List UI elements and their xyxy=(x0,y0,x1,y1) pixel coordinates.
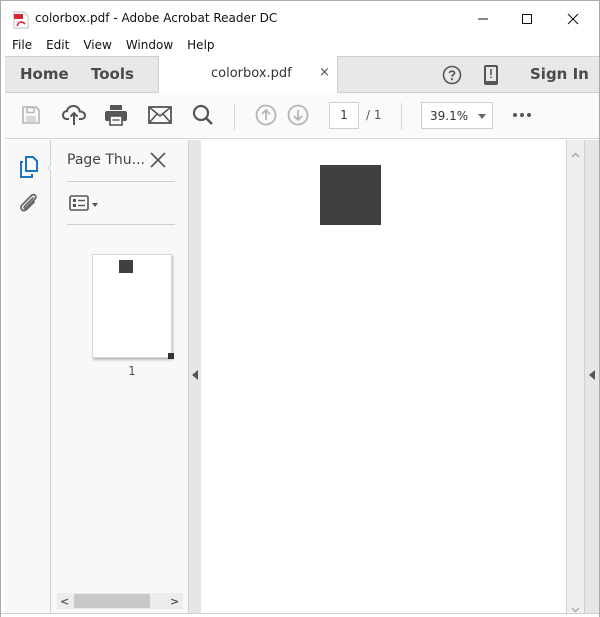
close-tab-icon[interactable]: × xyxy=(319,65,330,80)
email-button[interactable] xyxy=(147,104,173,130)
left-navigation-rail xyxy=(5,140,55,613)
page-thumbnails-panel: Page Thu... 1 < > xyxy=(51,140,189,613)
previous-page-button[interactable] xyxy=(253,104,279,130)
pdf-icon xyxy=(13,11,29,29)
close-icon xyxy=(567,10,579,29)
document-page xyxy=(201,140,566,613)
zoom-level-select[interactable]: 39.1% xyxy=(421,102,493,129)
page-total: / 1 xyxy=(366,108,382,122)
tab-document[interactable]: colorbox.pdf × xyxy=(158,56,338,93)
upload-button[interactable] xyxy=(61,104,87,130)
scroll-left-icon[interactable]: < xyxy=(60,595,69,608)
maximize-icon xyxy=(521,10,533,29)
tab-home[interactable]: Home xyxy=(20,65,69,83)
thumbnail-resize-handle[interactable] xyxy=(168,353,174,359)
menu-file[interactable]: File xyxy=(1,37,32,56)
chevron-down-icon xyxy=(478,114,486,119)
scrollbar-thumb[interactable] xyxy=(74,594,150,608)
search-icon xyxy=(192,104,214,130)
scroll-right-icon[interactable]: > xyxy=(170,595,179,608)
toolbar-divider xyxy=(234,103,235,130)
expand-right-pane-icon[interactable] xyxy=(589,370,595,380)
colored-square xyxy=(320,165,381,225)
print-icon xyxy=(104,104,128,130)
left-pane-splitter[interactable] xyxy=(189,140,201,613)
zoom-value: 39.1% xyxy=(430,109,469,123)
panel-title: Page Thu... xyxy=(67,152,145,168)
minimize-icon xyxy=(477,10,489,29)
next-page-button[interactable] xyxy=(285,104,311,130)
search-button[interactable] xyxy=(190,104,216,130)
panel-horizontal-scrollbar[interactable]: < > xyxy=(57,593,183,609)
attachments-icon[interactable] xyxy=(18,192,40,218)
menu-view[interactable]: View xyxy=(72,37,111,56)
panel-divider xyxy=(67,181,175,182)
help-icon[interactable] xyxy=(442,65,462,89)
page-thumbnail[interactable] xyxy=(92,254,172,358)
upload-cloud-icon xyxy=(61,104,87,130)
close-panel-icon[interactable] xyxy=(149,151,167,173)
save-button[interactable] xyxy=(18,104,44,130)
more-icon[interactable] xyxy=(513,113,531,117)
scroll-up-icon[interactable] xyxy=(571,143,580,162)
chevron-down-icon xyxy=(92,203,98,207)
window-title: colorbox.pdf - Adobe Acrobat Reader DC xyxy=(35,11,278,25)
email-icon xyxy=(148,106,172,128)
mobile-link-icon[interactable] xyxy=(483,64,499,90)
menu-bar: File Edit View Window Help xyxy=(1,37,599,56)
menu-edit[interactable]: Edit xyxy=(35,37,69,56)
collapse-left-icon[interactable] xyxy=(192,370,198,380)
options-list-icon xyxy=(69,195,89,215)
page-number-input[interactable]: 1 xyxy=(329,102,359,129)
thumbnail-options-button[interactable] xyxy=(69,195,98,215)
tab-tools[interactable]: Tools xyxy=(91,65,134,83)
menu-window[interactable]: Window xyxy=(115,37,173,56)
menu-help[interactable]: Help xyxy=(176,37,214,56)
window-bottom-edge xyxy=(1,613,599,617)
maximize-button[interactable] xyxy=(504,5,550,33)
save-icon xyxy=(21,105,41,129)
panel-divider xyxy=(67,224,175,225)
print-button[interactable] xyxy=(103,104,129,130)
thumbnail-colorbox xyxy=(119,260,133,273)
toolbar: 1 / 1 39.1% xyxy=(5,93,599,139)
document-tab-label: colorbox.pdf xyxy=(211,66,292,81)
tab-bar: Home Tools colorbox.pdf × Sign In xyxy=(5,56,599,93)
page-thumbnails-icon[interactable] xyxy=(19,156,39,182)
right-pane-toggle[interactable] xyxy=(584,140,599,613)
title-bar: colorbox.pdf - Adobe Acrobat Reader DC xyxy=(1,1,599,37)
previous-page-icon xyxy=(255,104,277,130)
next-page-icon xyxy=(287,104,309,130)
close-window-button[interactable] xyxy=(550,5,596,33)
minimize-button[interactable] xyxy=(460,5,506,33)
sign-in-button[interactable]: Sign In xyxy=(530,65,589,83)
toolbar-divider xyxy=(401,103,402,130)
document-vertical-scrollbar[interactable] xyxy=(566,140,584,613)
acrobat-window: colorbox.pdf - Adobe Acrobat Reader DC F… xyxy=(0,0,600,617)
